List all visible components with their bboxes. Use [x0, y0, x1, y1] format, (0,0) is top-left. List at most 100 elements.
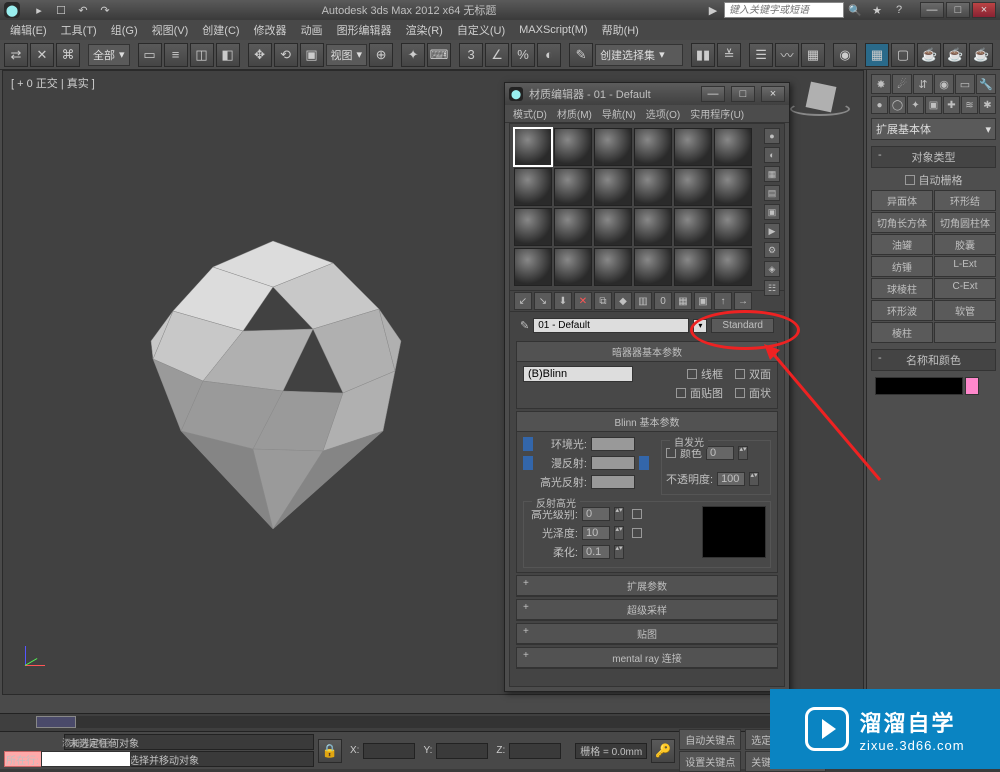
- tab-utilities[interactable]: 🔧: [976, 74, 996, 94]
- subtab-cameras[interactable]: ▣: [925, 96, 942, 114]
- put-to-library-icon[interactable]: ▥: [634, 292, 652, 310]
- material-type-button[interactable]: Standard: [711, 318, 774, 333]
- mat-title-bar[interactable]: ⬤ 材质编辑器 - 01 - Default — □ ×: [505, 83, 789, 105]
- make-copy-icon[interactable]: ⧉: [594, 292, 612, 310]
- favorite-icon[interactable]: ★: [867, 2, 887, 18]
- menu-modifiers[interactable]: 修改器: [248, 20, 293, 40]
- twosided-checkbox[interactable]: [735, 369, 745, 379]
- selfillum-checkbox[interactable]: [666, 448, 676, 458]
- speclevel-map[interactable]: [632, 509, 642, 519]
- help-search-input[interactable]: [724, 2, 844, 18]
- window-crossing-icon[interactable]: ◧: [216, 43, 240, 67]
- menu-maxscript[interactable]: MAXScript(M): [513, 22, 593, 38]
- mat-maximize-button[interactable]: □: [731, 86, 755, 102]
- layer-icon[interactable]: ☰: [749, 43, 773, 67]
- rollout-shader-head[interactable]: 暗器器基本参数: [517, 342, 777, 362]
- play-title-icon[interactable]: ▶: [703, 2, 723, 18]
- pivot-icon[interactable]: ⊕: [369, 43, 393, 67]
- select-region-icon[interactable]: ◫: [190, 43, 214, 67]
- unlink-icon[interactable]: ✕: [30, 43, 54, 67]
- diffuse-map-icon[interactable]: [639, 456, 649, 470]
- subtab-lights[interactable]: ✦: [907, 96, 924, 114]
- slot-22[interactable]: [634, 248, 672, 286]
- selection-scope-dropdown[interactable]: 全部▾: [88, 44, 130, 66]
- maximize-button[interactable]: □: [946, 2, 970, 18]
- redo-icon[interactable]: ↷: [95, 2, 115, 18]
- btn-spindle[interactable]: 纺锤: [871, 256, 933, 277]
- link-icon[interactable]: ⇄: [4, 43, 28, 67]
- slot-4[interactable]: [634, 128, 672, 166]
- rollout-supersample[interactable]: 超级采样: [517, 600, 777, 620]
- menu-animation[interactable]: 动画: [295, 20, 329, 40]
- rollout-maps[interactable]: 贴图: [517, 624, 777, 644]
- btn-torusknot[interactable]: 环形结: [934, 190, 996, 211]
- slot-24[interactable]: [714, 248, 752, 286]
- manipulate-icon[interactable]: ✦: [401, 43, 425, 67]
- x-field[interactable]: [363, 743, 415, 759]
- slot-6[interactable]: [714, 128, 752, 166]
- menu-help[interactable]: 帮助(H): [596, 20, 645, 40]
- gloss-value[interactable]: 10: [582, 526, 610, 540]
- rollout-mentalray[interactable]: mental ray 连接: [517, 648, 777, 668]
- quick-render-icon[interactable]: ☕: [943, 43, 967, 67]
- tab-hierarchy[interactable]: ⇵: [913, 74, 933, 94]
- diffuse-color[interactable]: [591, 456, 635, 470]
- opacity-value[interactable]: 100: [717, 472, 745, 486]
- category-dropdown[interactable]: 扩展基本体▾: [871, 118, 996, 140]
- assign-icon[interactable]: ⬇: [554, 292, 572, 310]
- move-icon[interactable]: ✥: [248, 43, 272, 67]
- diffuse-lock-icon[interactable]: [523, 456, 533, 470]
- y-field[interactable]: [436, 743, 488, 759]
- edit-named-sel-icon[interactable]: ✎: [569, 43, 593, 67]
- mat-menu-material[interactable]: 材质(M): [553, 105, 596, 122]
- slot-10[interactable]: [634, 168, 672, 206]
- menu-create[interactable]: 创建(C): [196, 20, 245, 40]
- undo-icon[interactable]: ↶: [73, 2, 93, 18]
- time-tag-label[interactable]: 添加时间标记: [62, 736, 116, 749]
- shader-dropdown[interactable]: (B)Blinn: [523, 366, 633, 382]
- subtab-spacewarps[interactable]: ≋: [961, 96, 978, 114]
- viewport-label[interactable]: [ + 0 正交 | 真实 ]: [11, 75, 95, 91]
- mat-map-nav-icon[interactable]: ☷: [764, 280, 780, 296]
- slot-23[interactable]: [674, 248, 712, 286]
- named-selection-dropdown[interactable]: 创建选择集▾: [595, 44, 683, 66]
- rollout-blinn-head[interactable]: Blinn 基本参数: [517, 412, 777, 432]
- show-end-result-icon[interactable]: ▣: [694, 292, 712, 310]
- slot-7[interactable]: [514, 168, 552, 206]
- sample-type-icon[interactable]: ●: [764, 128, 780, 144]
- rollout-name-color[interactable]: 名称和颜色: [871, 349, 996, 371]
- opacity-spinner[interactable]: ▴▾: [749, 472, 759, 486]
- menu-edit[interactable]: 编辑(E): [4, 20, 53, 40]
- btn-capsule[interactable]: 胶囊: [934, 234, 996, 255]
- slot-18[interactable]: [714, 208, 752, 246]
- btn-hose[interactable]: 软管: [934, 300, 996, 321]
- open-icon[interactable]: ▸: [29, 2, 49, 18]
- mat-minimize-button[interactable]: —: [701, 86, 725, 102]
- slot-19[interactable]: [514, 248, 552, 286]
- go-to-parent-icon[interactable]: ↑: [714, 292, 732, 310]
- scale-icon[interactable]: ▣: [300, 43, 324, 67]
- btn-ringwave[interactable]: 环形波: [871, 300, 933, 321]
- slot-15[interactable]: [594, 208, 632, 246]
- material-name-dropdown[interactable]: ▾: [693, 319, 707, 333]
- menu-group[interactable]: 组(G): [105, 20, 144, 40]
- select-icon[interactable]: ▭: [138, 43, 162, 67]
- material-editor-icon[interactable]: ◉: [833, 43, 857, 67]
- slot-17[interactable]: [674, 208, 712, 246]
- slot-20[interactable]: [554, 248, 592, 286]
- layer-field[interactable]: [41, 751, 131, 767]
- pick-icon[interactable]: ✎: [520, 319, 529, 332]
- mat-menu-modes[interactable]: 模式(D): [509, 105, 551, 122]
- slot-12[interactable]: [714, 168, 752, 206]
- bind-icon[interactable]: ⌘: [56, 43, 80, 67]
- subtab-helpers[interactable]: ✚: [943, 96, 960, 114]
- keyboard-icon[interactable]: ⌨: [427, 43, 451, 67]
- slot-14[interactable]: [554, 208, 592, 246]
- ambient-color[interactable]: [591, 437, 635, 451]
- slot-13[interactable]: [514, 208, 552, 246]
- schematic-icon[interactable]: ▦: [801, 43, 825, 67]
- menu-views[interactable]: 视图(V): [146, 20, 195, 40]
- snap-icon[interactable]: 3: [459, 43, 483, 67]
- z-field[interactable]: [509, 743, 561, 759]
- menu-rendering[interactable]: 渲染(R): [400, 20, 449, 40]
